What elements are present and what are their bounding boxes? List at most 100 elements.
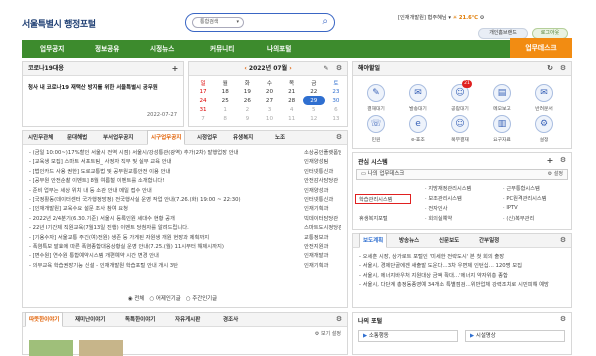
list-item[interactable]: - 2022년 2/4분기(6.30.기준) 서울시 등록인원 세대수 현황 공… — [29, 215, 341, 224]
tab-unique-story[interactable]: 독특한이야기 — [125, 313, 155, 327]
calendar-day[interactable]: 11 — [281, 114, 303, 123]
civil-complaint-icon[interactable]: ☏ — [367, 115, 385, 133]
calendar-day[interactable]: 9 — [236, 114, 258, 123]
calendar-day[interactable]: 30 — [325, 96, 347, 105]
nav-item-info[interactable]: 정보공유 — [95, 40, 119, 58]
tab-union[interactable]: 노조 — [275, 131, 285, 145]
calendar-day[interactable]: 5 — [303, 105, 325, 114]
tab-events[interactable]: 경조사 — [223, 313, 238, 327]
system-link[interactable]: 휴생복지포털 — [359, 215, 388, 222]
view-settings-link[interactable]: ⚙ 보기 설정 — [315, 330, 341, 337]
gear-icon[interactable]: ⚙ — [558, 236, 568, 246]
gear-icon[interactable]: ⚙ — [334, 133, 344, 143]
radio-weekly[interactable]: ○ 주간인기글 — [186, 296, 217, 302]
tab-broadcast-news[interactable]: 방송뉴스 — [399, 234, 419, 248]
tab-free-board[interactable]: 자유게시판 — [175, 313, 200, 327]
send-wait-icon[interactable]: ✉ — [409, 84, 427, 102]
portal-tab-facility[interactable]: ▶ 시설명상 — [465, 330, 565, 342]
calendar-day[interactable]: 10 — [258, 114, 280, 123]
list-item[interactable]: - [법인카드 사용 권한] 도로교통법 및 공무원교통안전 이용 안내 인터넷통… — [29, 168, 341, 177]
tab-press-plan[interactable]: 보도계획 — [359, 233, 388, 248]
calendar-day[interactable]: 24 — [192, 96, 214, 105]
list-item[interactable]: - (금일 10:00~)17%할인 서울시 전역 시점) 서울시/강성통관(광… — [29, 149, 341, 158]
e-hyojo-icon[interactable]: e — [409, 115, 427, 133]
tab-warm-story[interactable]: 따뜻한이야기 — [25, 312, 64, 327]
list-item[interactable]: - 서울시, 경제단골에겐 새출발 도운다…3차 우면제 인턴십… 120명 모… — [359, 262, 565, 271]
calendar-day[interactable]: 7 — [192, 114, 214, 123]
plus-icon[interactable]: + — [170, 64, 180, 74]
tab-fun-story[interactable]: 재미난이야기 — [75, 313, 105, 327]
calendar-day[interactable]: 31 — [192, 105, 214, 114]
tab-citizen[interactable]: 시민무관체 — [28, 131, 53, 145]
portal-logo[interactable]: 서울특별시 행정포털 — [22, 17, 96, 30]
nav-item-news[interactable]: 시정뉴스 — [150, 40, 174, 58]
calendar-day[interactable]: 27 — [258, 96, 280, 105]
search-bar[interactable]: 통합검색 ▾ ⌕ — [185, 13, 335, 32]
calendar-day[interactable]: 28 — [281, 96, 303, 105]
settings-gear-icon[interactable]: ⚙ — [480, 15, 485, 21]
system-link[interactable]: · 전자인사 — [425, 205, 447, 212]
radio-yesterday[interactable]: ○ 어제인기글 — [149, 296, 180, 302]
list-item[interactable]: - 서울시, 다단계 총정동종영예 34개소 특별점검…위반업체 강력조치로 시… — [359, 281, 565, 290]
list-item[interactable]: - [면수원] 연수원 통합예약시스템 개편예약 시간 변경 안내 인재개발과 — [29, 252, 341, 261]
requested-data-icon[interactable]: ▥ — [493, 115, 511, 133]
system-link[interactable]: · (신)복무관리 — [503, 215, 534, 222]
system-link[interactable]: 학습관리시스템 — [359, 196, 392, 203]
calendar-day[interactable]: 17 — [192, 87, 214, 96]
list-item[interactable]: - 준비 업무는 세상 위치 내 등 소관 안내 메일 접수 안내 인재양성과 — [29, 187, 341, 196]
list-item[interactable]: - 서울시, 에너지바우처 지원대상 금액 확대…'에너지 약자위층 종합 — [359, 272, 565, 281]
story-thumbnail[interactable] — [79, 340, 123, 356]
list-item[interactable]: - [국정활동(데이터센터 국가행정망정) 전국행사실 운영 작업 안내(7.2… — [29, 196, 341, 205]
list-item[interactable]: - 오세훈 시장, 상가로트 포털인 '미세한 전략도시' 본 첫 회의 출장 — [359, 253, 565, 262]
calendar-day[interactable]: 12 — [303, 114, 325, 123]
calendar-day[interactable]: 1 — [214, 105, 236, 114]
approval-wait-icon[interactable]: ✎ — [367, 84, 385, 102]
nav-item-myportal[interactable]: 나의포털 — [267, 40, 291, 58]
work-approval-icon[interactable]: ☺ — [451, 115, 469, 133]
tab-law[interactable]: 문대해법 — [67, 131, 87, 145]
gear-icon[interactable]: ⚙ — [334, 315, 344, 325]
system-link[interactable]: · IPTV — [503, 205, 518, 211]
story-thumbnail[interactable] — [29, 340, 73, 356]
radio-all[interactable]: ◉ 전체 — [128, 296, 144, 302]
list-item[interactable]: - [인재개발원] 교육수요 설문 조사 참여 요청 인재기획과 — [29, 205, 341, 214]
settings-icon[interactable]: ⚙ — [535, 115, 553, 133]
returned-doc-icon[interactable]: ✉ — [535, 84, 553, 102]
tab-dept-notice[interactable]: 부서업무공지 — [103, 131, 133, 145]
user-menu-icon[interactable]: ▾ — [448, 15, 451, 21]
list-item[interactable]: - 22년 I기간제 직원교육(7월13일 진행) 이벤트 당첨자를 알려드립니… — [29, 224, 341, 233]
system-link[interactable]: · PC원격관리시스템 — [503, 195, 546, 202]
memo-report-icon[interactable]: ▤ — [493, 84, 511, 102]
calendar-day[interactable]: 20 — [258, 87, 280, 96]
calendar-day[interactable]: 18 — [214, 87, 236, 96]
calendar-day[interactable]: 23 — [325, 87, 347, 96]
gear-icon[interactable]: ⚙ — [558, 64, 568, 74]
edit-icon[interactable]: ✎ — [321, 64, 331, 74]
nav-item-mydesk[interactable]: 업무데스크 — [510, 38, 572, 58]
tab-executive-schedule[interactable]: 간부일정 — [479, 234, 499, 248]
calendar-day-today[interactable]: 29 — [302, 96, 325, 105]
calendar-day[interactable]: 21 — [281, 87, 303, 96]
calendar-prev-icon[interactable]: ‹ — [244, 65, 246, 72]
list-item[interactable]: - 의무교육 학습권장기능 신설 - 인재개발원 학습포털 안내 개시 3탄 인재… — [29, 262, 341, 271]
calendar-day[interactable]: 13 — [325, 114, 347, 123]
system-settings-link[interactable]: ⚙ 설정 — [548, 170, 563, 179]
calendar-day[interactable]: 2 — [236, 105, 258, 114]
corona-headline[interactable]: 청사 내 코로나19 재택산 방지를 위한 서울특별시 공무원 — [28, 83, 158, 91]
list-item[interactable]: - [교육생 모집] 스마트 서포트팀_ 사정자 직무 및 실무 교육 안내 인재… — [29, 158, 341, 167]
calendar-day[interactable]: 6 — [325, 105, 347, 114]
search-icon[interactable]: ⌕ — [322, 15, 328, 29]
calendar-day[interactable]: 26 — [236, 96, 258, 105]
calendar-day[interactable]: 8 — [214, 114, 236, 123]
calendar-day[interactable]: 25 — [214, 96, 236, 105]
gear-icon[interactable]: ⚙ — [558, 315, 568, 325]
gear-icon[interactable]: ⚙ — [558, 156, 568, 166]
list-item[interactable]: - [공무원 안전순찰 이벤트] 8월 여름철 이벤트를 소개합니다! 안전감사담… — [29, 177, 341, 186]
system-link[interactable]: · 지방재정관리시스템 — [425, 185, 471, 192]
tab-city-work[interactable]: 시정업무 — [197, 131, 217, 145]
tab-newspaper[interactable]: 신문보도 — [439, 234, 459, 248]
mydesk-bar[interactable]: ▭ 나의 업무데스크 ⚙ 설정 — [356, 169, 568, 180]
nav-item-notice[interactable]: 업무공지 — [40, 40, 64, 58]
calendar-day[interactable]: 22 — [303, 87, 325, 96]
system-link[interactable]: · 근무통합시스템 — [503, 185, 540, 192]
